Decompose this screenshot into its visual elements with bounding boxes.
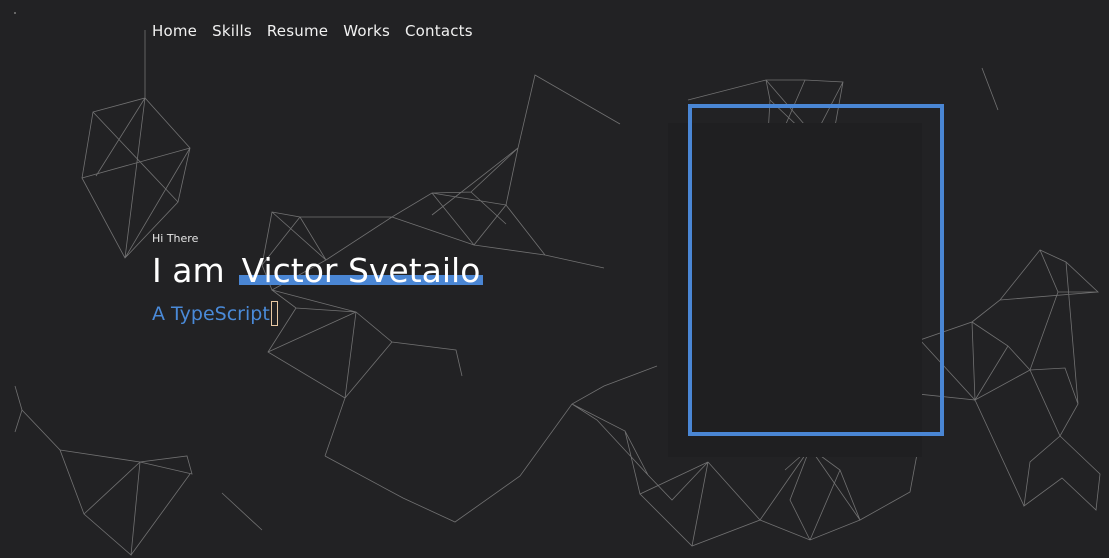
hero-greeting: Hi There: [152, 232, 199, 245]
hero-name-highlight: Victor Svetailo: [238, 251, 484, 291]
hero-role-typed: A TypeScript: [152, 302, 270, 325]
hero-name: Victor Svetailo: [241, 251, 481, 290]
nav-works[interactable]: Works: [343, 22, 390, 40]
nav-skills[interactable]: Skills: [212, 22, 252, 40]
nav-home[interactable]: Home: [152, 22, 197, 40]
nav-resume[interactable]: Resume: [267, 22, 328, 40]
hero-section: Hi There I am Victor Svetailo A TypeScri…: [152, 232, 484, 326]
page: Home Skills Resume Works Contacts Hi The…: [0, 0, 1109, 558]
corner-dot: [14, 12, 16, 14]
hero-role: A TypeScript: [152, 301, 483, 326]
nav-contacts[interactable]: Contacts: [405, 22, 473, 40]
headline-prefix: I am: [152, 251, 225, 290]
hero-headline: I am Victor Svetailo: [152, 251, 484, 291]
typing-cursor-icon: [270, 301, 278, 326]
photo-frame: [688, 104, 944, 436]
main-nav: Home Skills Resume Works Contacts: [152, 22, 488, 40]
